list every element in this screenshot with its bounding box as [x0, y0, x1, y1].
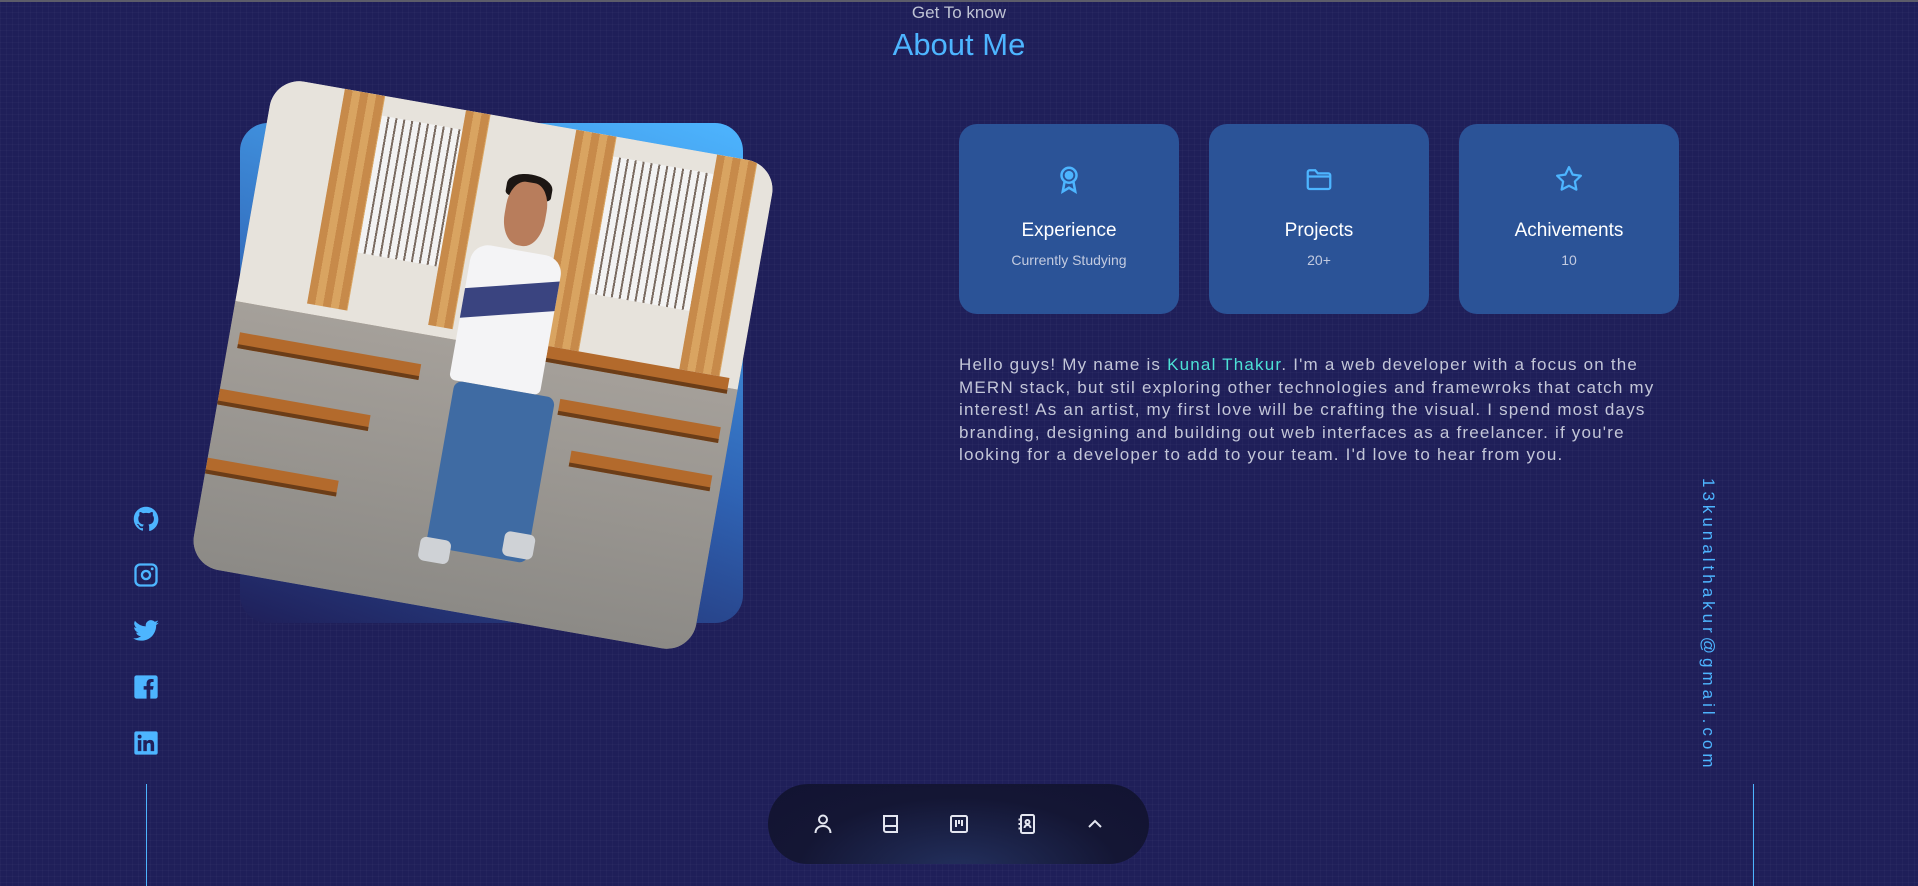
star-icon	[1459, 164, 1679, 196]
twitter-icon[interactable]	[130, 615, 162, 647]
facebook-icon[interactable]	[130, 671, 162, 703]
card-subtitle: 20+	[1307, 252, 1331, 268]
card-title: Projects	[1284, 220, 1354, 241]
experience-card: Experience Currently Studying	[959, 124, 1179, 314]
projects-card: Projects 20+	[1209, 124, 1429, 314]
instagram-icon[interactable]	[130, 559, 162, 591]
email-divider-line	[1753, 784, 1754, 886]
social-divider-line	[146, 784, 147, 886]
about-paragraph: Hello guys! My name is Kunal Thakur. I'm…	[959, 354, 1659, 467]
bottom-navigation	[768, 784, 1149, 864]
card-subtitle: 10	[1561, 252, 1577, 268]
card-title: Achivements	[1514, 220, 1624, 241]
user-icon[interactable]	[807, 808, 839, 840]
achievements-card: Achivements 10	[1459, 124, 1679, 314]
linkedin-icon[interactable]	[130, 727, 162, 759]
email-link[interactable]: 13kunalthakur@gmail.com	[1698, 478, 1718, 772]
github-icon[interactable]	[130, 503, 162, 535]
card-title: Experience	[1021, 220, 1117, 241]
card-subtitle: Currently Studying	[1011, 252, 1127, 268]
section-title: About Me	[892, 27, 1026, 62]
book-icon[interactable]	[875, 808, 907, 840]
section-subtitle: Get To know	[911, 3, 1007, 22]
award-icon	[959, 164, 1179, 196]
about-text-intro: Hello guys! My name is	[959, 355, 1168, 374]
author-name: Kunal Thakur	[1167, 355, 1282, 374]
top-border	[0, 0, 1918, 2]
profile-photo	[188, 76, 778, 654]
folder-icon	[1209, 164, 1429, 196]
contact-book-icon[interactable]	[1011, 808, 1043, 840]
kanban-icon[interactable]	[943, 808, 975, 840]
chevron-up-icon[interactable]	[1079, 808, 1111, 840]
